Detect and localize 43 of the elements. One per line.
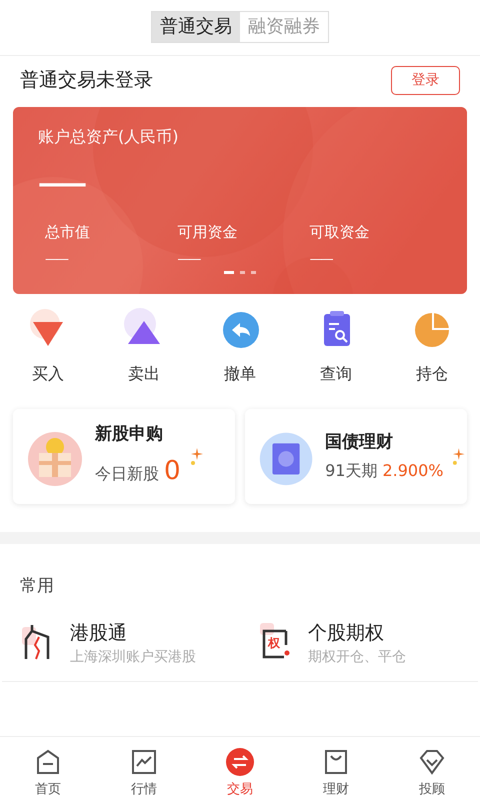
promo-title: 国债理财: [325, 430, 394, 454]
action-button[interactable]: 买入: [8, 308, 88, 386]
action-button[interactable]: 撤单: [200, 308, 280, 386]
nav-tab[interactable]: 交易: [192, 737, 288, 800]
promo-title: 新股申购: [95, 423, 164, 446]
home-icon: [34, 748, 62, 776]
field-label: 可用资金: [177, 222, 238, 243]
promo-caption: 91天期: [325, 460, 378, 482]
login-button[interactable]: 登录: [391, 66, 460, 95]
login-status-title: 普通交易未登录: [20, 68, 153, 94]
nav-tab[interactable]: 投顾: [384, 737, 480, 800]
nav-tab[interactable]: 行情: [96, 737, 192, 800]
promo-card[interactable]: 国债理财 91天期 2.900%: [245, 409, 467, 504]
promo-caption: 今日新股: [95, 462, 159, 485]
promo-value: 2.900%: [382, 460, 444, 482]
field-value: ——: [45, 250, 67, 268]
nav-tab[interactable]: 首页: [0, 737, 96, 800]
field-label: 可取资金: [310, 222, 370, 243]
section-title: 常用: [19, 575, 55, 598]
shortcut-item[interactable]: 权 个股期权 期权开仓、平仓: [240, 618, 478, 669]
mode-tab[interactable]: 普通交易: [152, 12, 240, 42]
action-button[interactable]: 查询: [296, 308, 376, 386]
promo-value: 0: [164, 454, 181, 488]
sparkle-icon: [451, 448, 467, 466]
sparkle-icon: [188, 448, 205, 466]
field-value: ——: [310, 250, 332, 268]
action-button[interactable]: 持仓: [392, 308, 472, 386]
shortcut-title: 港股通: [70, 620, 128, 646]
exchange-icon: [226, 748, 254, 776]
shortcut-subtitle: 上海深圳账户买港股: [70, 648, 196, 667]
diamond-check-icon: [418, 748, 446, 776]
asset-title: 账户总资产(人民币): [38, 126, 180, 148]
action-button[interactable]: 卖出: [104, 308, 184, 386]
field-label: 总市值: [45, 222, 90, 243]
line-chart-icon: [130, 748, 158, 776]
shortcut-item[interactable]: 港股通 上海深圳账户买港股: [2, 618, 240, 669]
shortcut-subtitle: 期权开仓、平仓: [308, 648, 406, 667]
promo-card[interactable]: 新股申购 今日新股 0: [13, 409, 235, 504]
shortcut-title: 个股期权: [308, 620, 385, 646]
shopping-bag-icon: [322, 748, 350, 776]
nav-tab[interactable]: 理财: [288, 737, 384, 800]
total-value: ——: [38, 171, 86, 197]
field-value: ——: [177, 250, 200, 268]
